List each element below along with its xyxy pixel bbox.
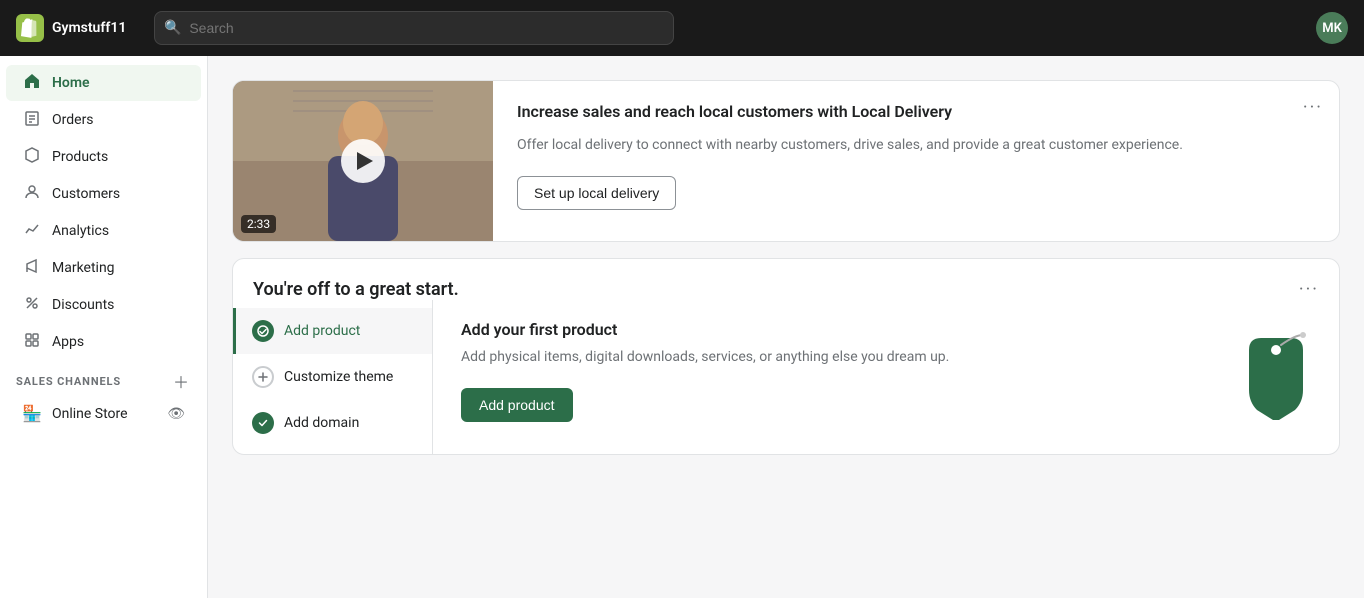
sidebar-label-customers: Customers xyxy=(52,186,120,202)
nav-right: MK xyxy=(1316,12,1348,44)
sales-channels-section: SALES CHANNELS ＋ xyxy=(0,361,207,395)
step-customize-theme[interactable]: Customize theme xyxy=(233,354,432,400)
add-sales-channel-button[interactable]: ＋ xyxy=(171,371,191,391)
store-icon: 🏪 xyxy=(22,404,42,423)
sidebar-label-home: Home xyxy=(52,75,90,91)
brand-name: Gymstuff11 xyxy=(52,20,126,36)
start-card-header: You're off to a great start. ··· xyxy=(233,259,1339,300)
video-duration: 2:33 xyxy=(241,215,276,233)
tag-icon xyxy=(257,325,269,337)
steps-list: Add product Customize theme xyxy=(233,300,433,454)
customize-icon xyxy=(258,372,268,382)
play-button[interactable] xyxy=(341,139,385,183)
sidebar-item-analytics[interactable]: Analytics xyxy=(6,213,201,249)
video-info: ··· Increase sales and reach local custo… xyxy=(493,81,1339,241)
analytics-icon xyxy=(22,221,42,241)
step-icon-domain xyxy=(252,412,274,434)
start-card-menu-button[interactable]: ··· xyxy=(1299,279,1319,300)
video-thumbnail: 2:33 xyxy=(233,81,493,241)
sidebar-label-discounts: Discounts xyxy=(52,297,114,313)
sidebar-label-marketing: Marketing xyxy=(52,260,115,276)
topnav: Gymstuff11 🔍 MK xyxy=(0,0,1364,56)
online-store-label: Online Store xyxy=(52,406,128,422)
step-add-product[interactable]: Add product xyxy=(233,308,432,354)
discounts-icon xyxy=(22,295,42,315)
sidebar-label-products: Products xyxy=(52,149,108,165)
setup-delivery-button[interactable]: Set up local delivery xyxy=(517,176,676,210)
check-icon xyxy=(257,417,269,429)
products-icon xyxy=(22,147,42,167)
step-add-product-label: Add product xyxy=(284,323,360,339)
product-icon-area xyxy=(1235,330,1315,424)
sidebar-item-online-store[interactable]: 🏪 Online Store 👁 xyxy=(6,396,201,431)
customers-icon xyxy=(22,184,42,204)
sales-channels-label: SALES CHANNELS xyxy=(16,375,121,388)
step-detail-desc: Add physical items, digital downloads, s… xyxy=(461,347,1311,368)
sidebar: Home Orders Products Customers Analytics… xyxy=(0,56,208,598)
search-bar: 🔍 xyxy=(154,11,674,45)
play-icon xyxy=(357,152,373,170)
home-icon xyxy=(22,73,42,93)
sidebar-label-apps: Apps xyxy=(52,334,84,350)
step-add-domain[interactable]: Add domain xyxy=(233,400,432,446)
orders-icon xyxy=(22,110,42,130)
sidebar-item-marketing[interactable]: Marketing xyxy=(6,250,201,286)
product-tag-icon xyxy=(1235,330,1315,420)
search-icon: 🔍 xyxy=(164,20,181,36)
video-card: 2:33 ··· Increase sales and reach local … xyxy=(232,80,1340,242)
add-product-button[interactable]: Add product xyxy=(461,388,573,422)
shopify-logo xyxy=(16,14,44,42)
apps-icon xyxy=(22,332,42,352)
start-card-body: Add product Customize theme xyxy=(233,300,1339,454)
step-icon-customize xyxy=(252,366,274,388)
step-detail: Add your first product Add physical item… xyxy=(433,300,1339,454)
sidebar-item-apps[interactable]: Apps xyxy=(6,324,201,360)
search-input[interactable] xyxy=(154,11,674,45)
step-domain-label: Add domain xyxy=(284,415,359,431)
main-content: 2:33 ··· Increase sales and reach local … xyxy=(208,56,1364,598)
sidebar-label-orders: Orders xyxy=(52,112,94,128)
avatar[interactable]: MK xyxy=(1316,12,1348,44)
step-customize-label: Customize theme xyxy=(284,369,393,385)
sidebar-item-customers[interactable]: Customers xyxy=(6,176,201,212)
brand: Gymstuff11 xyxy=(16,14,126,42)
video-title: Increase sales and reach local customers… xyxy=(517,101,1289,123)
start-card: You're off to a great start. ··· Add pro… xyxy=(232,258,1340,455)
layout: Home Orders Products Customers Analytics… xyxy=(0,56,1364,598)
video-description: Offer local delivery to connect with nea… xyxy=(517,135,1319,156)
eye-icon[interactable]: 👁 xyxy=(167,406,185,422)
sidebar-item-orders[interactable]: Orders xyxy=(6,102,201,138)
start-card-title: You're off to a great start. xyxy=(253,279,459,300)
step-detail-title: Add your first product xyxy=(461,320,1311,339)
sidebar-item-discounts[interactable]: Discounts xyxy=(6,287,201,323)
sidebar-label-analytics: Analytics xyxy=(52,223,109,239)
sidebar-item-products[interactable]: Products xyxy=(6,139,201,175)
video-menu-button[interactable]: ··· xyxy=(1303,97,1323,118)
step-icon-add-product xyxy=(252,320,274,342)
online-store-left: 🏪 Online Store xyxy=(22,404,128,423)
marketing-icon xyxy=(22,258,42,278)
sidebar-item-home[interactable]: Home xyxy=(6,65,201,101)
